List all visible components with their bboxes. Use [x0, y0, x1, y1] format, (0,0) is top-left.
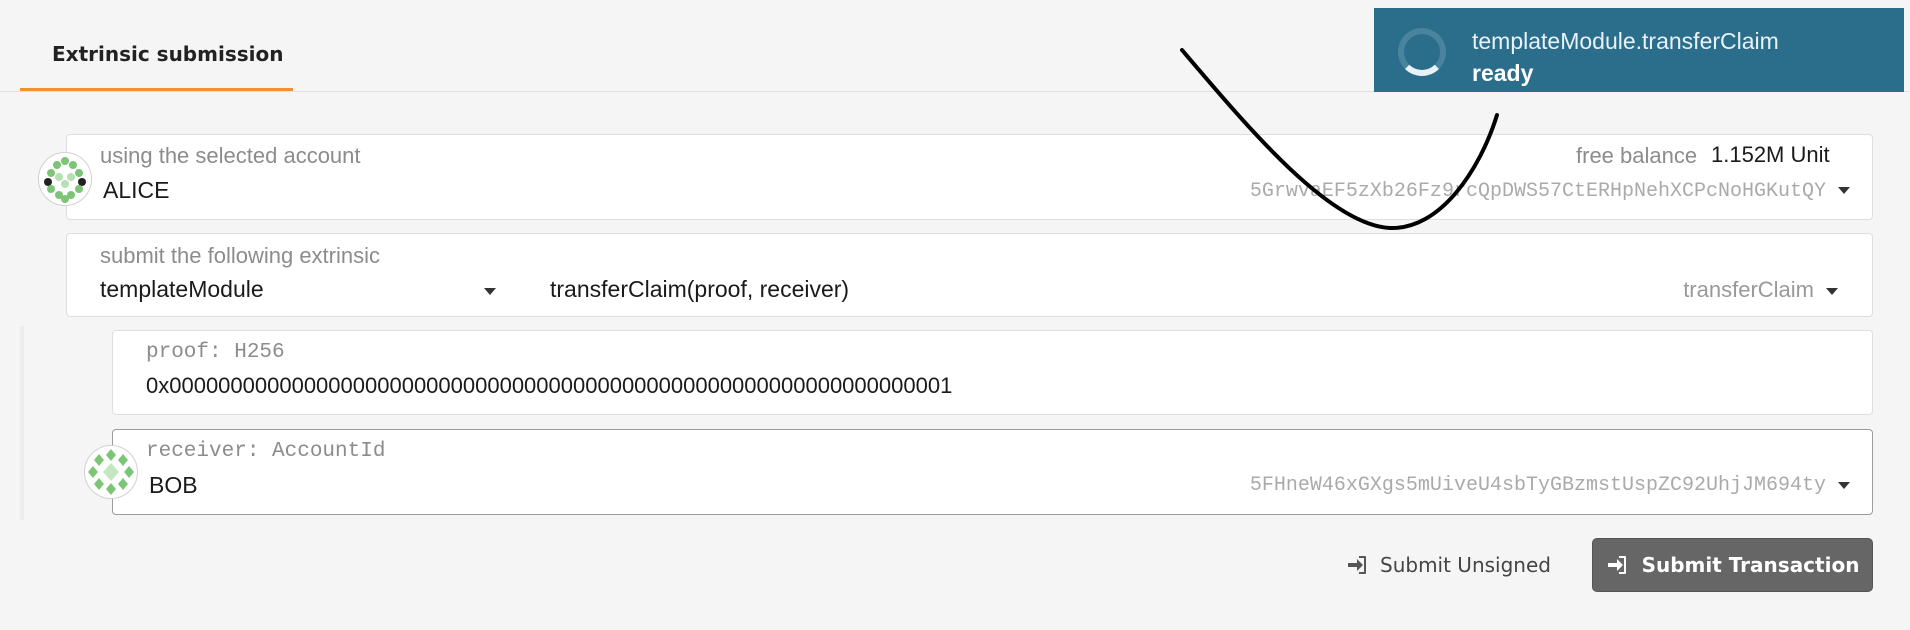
receiver-selector[interactable]: receiver: AccountId BOB 5FHneW46xGXgs5mU… — [112, 429, 1873, 515]
method-dropdown[interactable]: transferClaim(proof, receiver) transferC… — [550, 274, 1860, 310]
receiver-name: BOB — [149, 472, 198, 498]
proof-label: proof: H256 — [146, 341, 285, 364]
extrinsic-label: submit the following extrinsic — [100, 243, 381, 268]
toast-title: templateModule.transferClaim — [1472, 28, 1779, 54]
spinner-icon — [1398, 28, 1446, 76]
caret-down-icon — [1826, 288, 1838, 295]
proof-value: 0x00000000000000000000000000000000000000… — [146, 373, 953, 398]
alice-identicon — [38, 152, 92, 206]
extrinsic-selector: submit the following extrinsic templateM… — [66, 233, 1873, 317]
receiver-label: receiver: AccountId — [146, 440, 386, 463]
submit-unsigned-button[interactable]: Submit Unsigned — [1346, 540, 1556, 590]
toast-status: ready — [1472, 60, 1534, 86]
account-address: 5GrwvaEF5zXb26Fz9rcQpDWS57CtERHpNehXCPcN… — [1249, 180, 1826, 203]
proof-field[interactable]: proof: H256 0x00000000000000000000000000… — [112, 330, 1873, 415]
receiver-address: 5FHneW46xGXgs5mUiveU4sbTyGBzmstUspZC92Uh… — [1249, 474, 1826, 497]
status-toast[interactable]: templateModule.transferClaim ready — [1374, 8, 1904, 92]
free-balance-label: free balance — [1576, 143, 1698, 168]
submit-transaction-label: Submit Transaction — [1641, 553, 1860, 577]
submit-unsigned-label: Submit Unsigned — [1380, 553, 1551, 577]
account-label: using the selected account — [100, 143, 361, 168]
caret-down-icon[interactable] — [1838, 482, 1850, 489]
free-balance-value: 1.152M Unit — [1711, 142, 1830, 167]
params-indent-bar — [20, 326, 24, 520]
tab-label: Extrinsic submission — [52, 42, 284, 66]
sign-in-icon — [1348, 556, 1366, 574]
method-name: transferClaim — [1683, 277, 1814, 302]
caret-down-icon[interactable] — [1838, 187, 1850, 194]
submit-transaction-button[interactable]: Submit Transaction — [1592, 538, 1873, 592]
module-dropdown[interactable]: templateModule — [100, 274, 510, 310]
account-selector[interactable]: using the selected account ALICE free ba… — [66, 134, 1873, 220]
tab-extrinsic-submission[interactable]: Extrinsic submission — [20, 0, 293, 91]
account-name: ALICE — [103, 177, 170, 203]
bob-identicon — [84, 445, 138, 499]
caret-down-icon — [484, 288, 496, 295]
method-signature: transferClaim(proof, receiver) — [550, 276, 850, 302]
module-value: templateModule — [100, 276, 264, 302]
sign-in-icon — [1607, 556, 1626, 574]
